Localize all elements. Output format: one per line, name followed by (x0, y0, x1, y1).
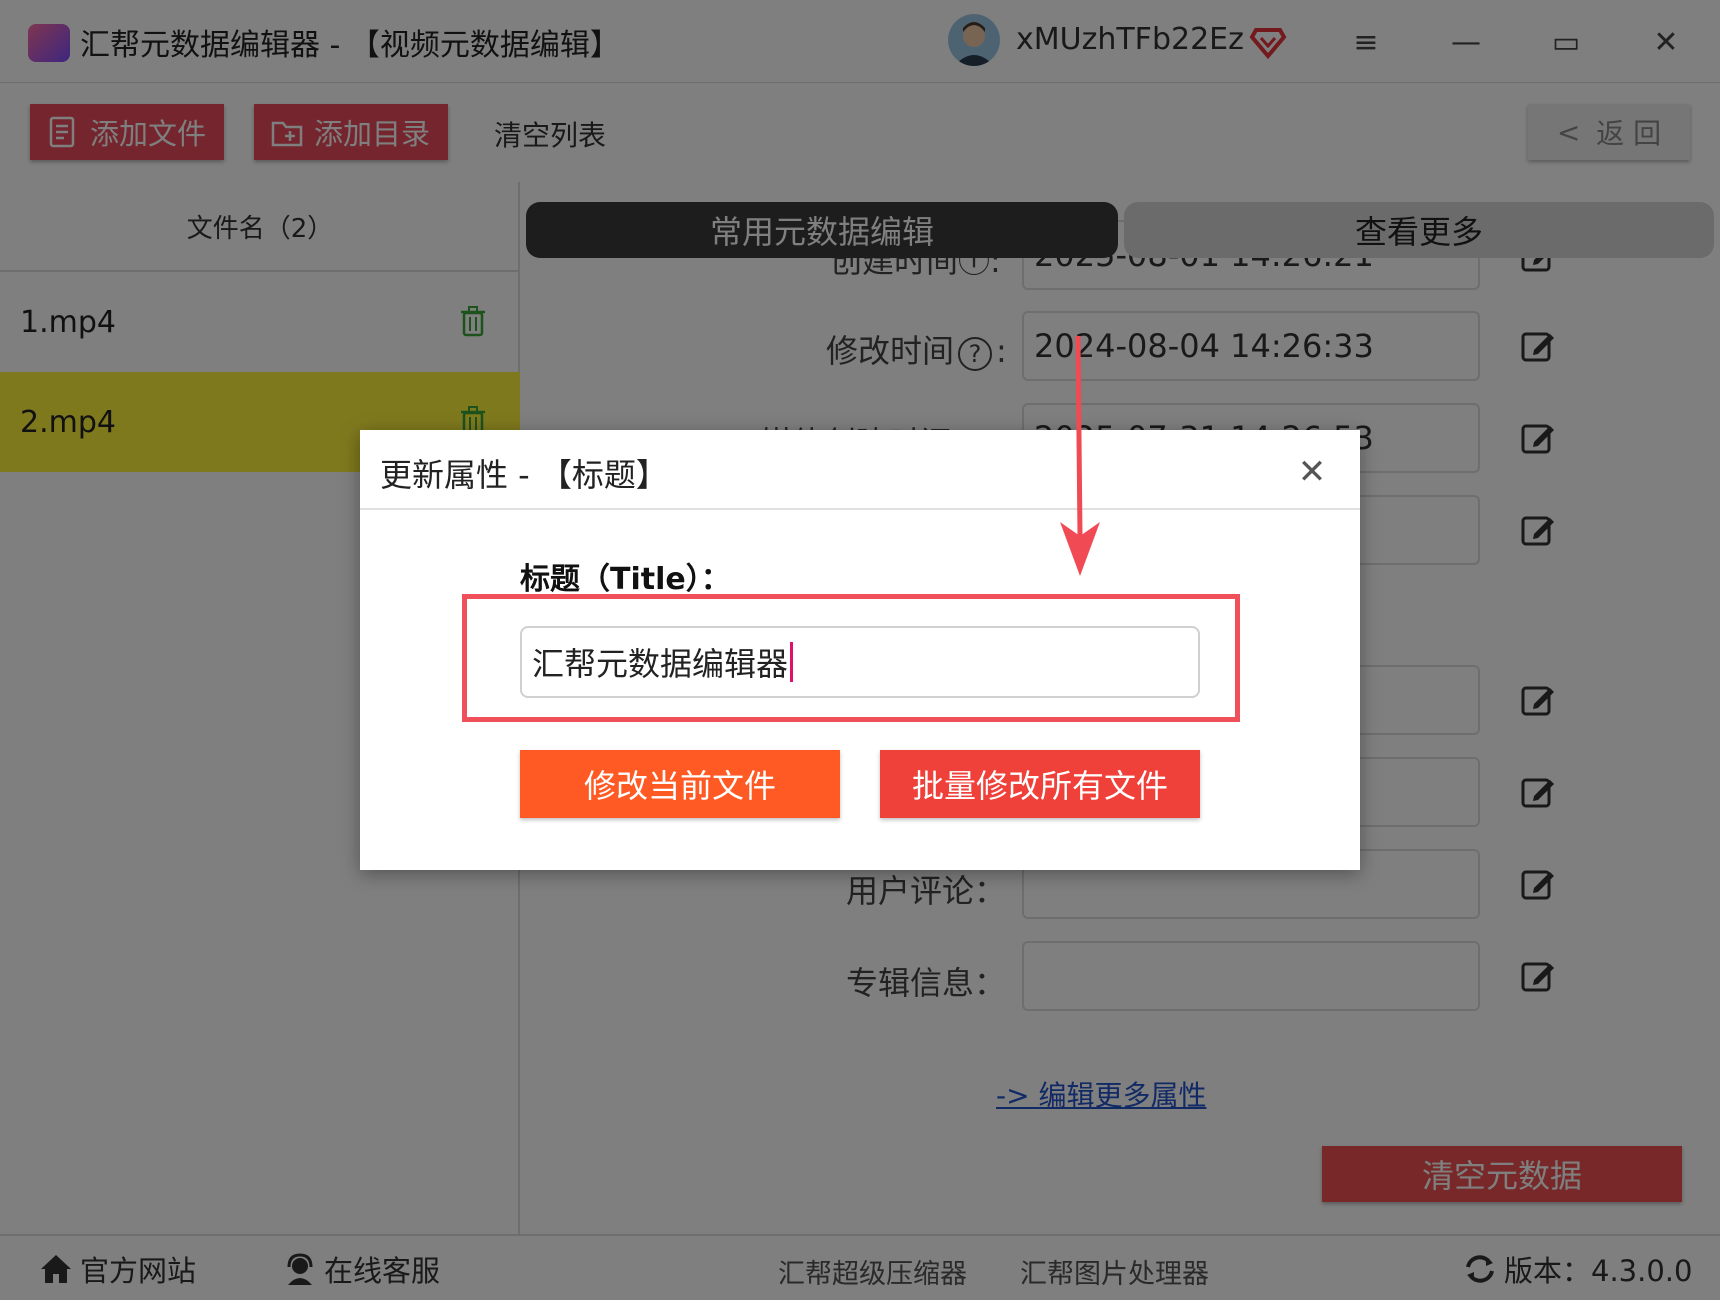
modify-current-file-button[interactable]: 修改当前文件 (520, 750, 840, 818)
dialog-divider (360, 508, 1360, 510)
dialog-close-button[interactable]: ✕ (1292, 452, 1332, 492)
annotation-arrow-icon (1060, 336, 1100, 576)
title-input-value: 汇帮元数据编辑器 (532, 645, 789, 683)
text-caret (790, 642, 794, 682)
title-input[interactable]: 汇帮元数据编辑器 (520, 626, 1200, 698)
batch-modify-all-button[interactable]: 批量修改所有文件 (880, 750, 1200, 818)
title-field-label: 标题（Title）： (520, 562, 731, 597)
dialog-title: 更新属性 - 【标题】 (380, 456, 668, 494)
